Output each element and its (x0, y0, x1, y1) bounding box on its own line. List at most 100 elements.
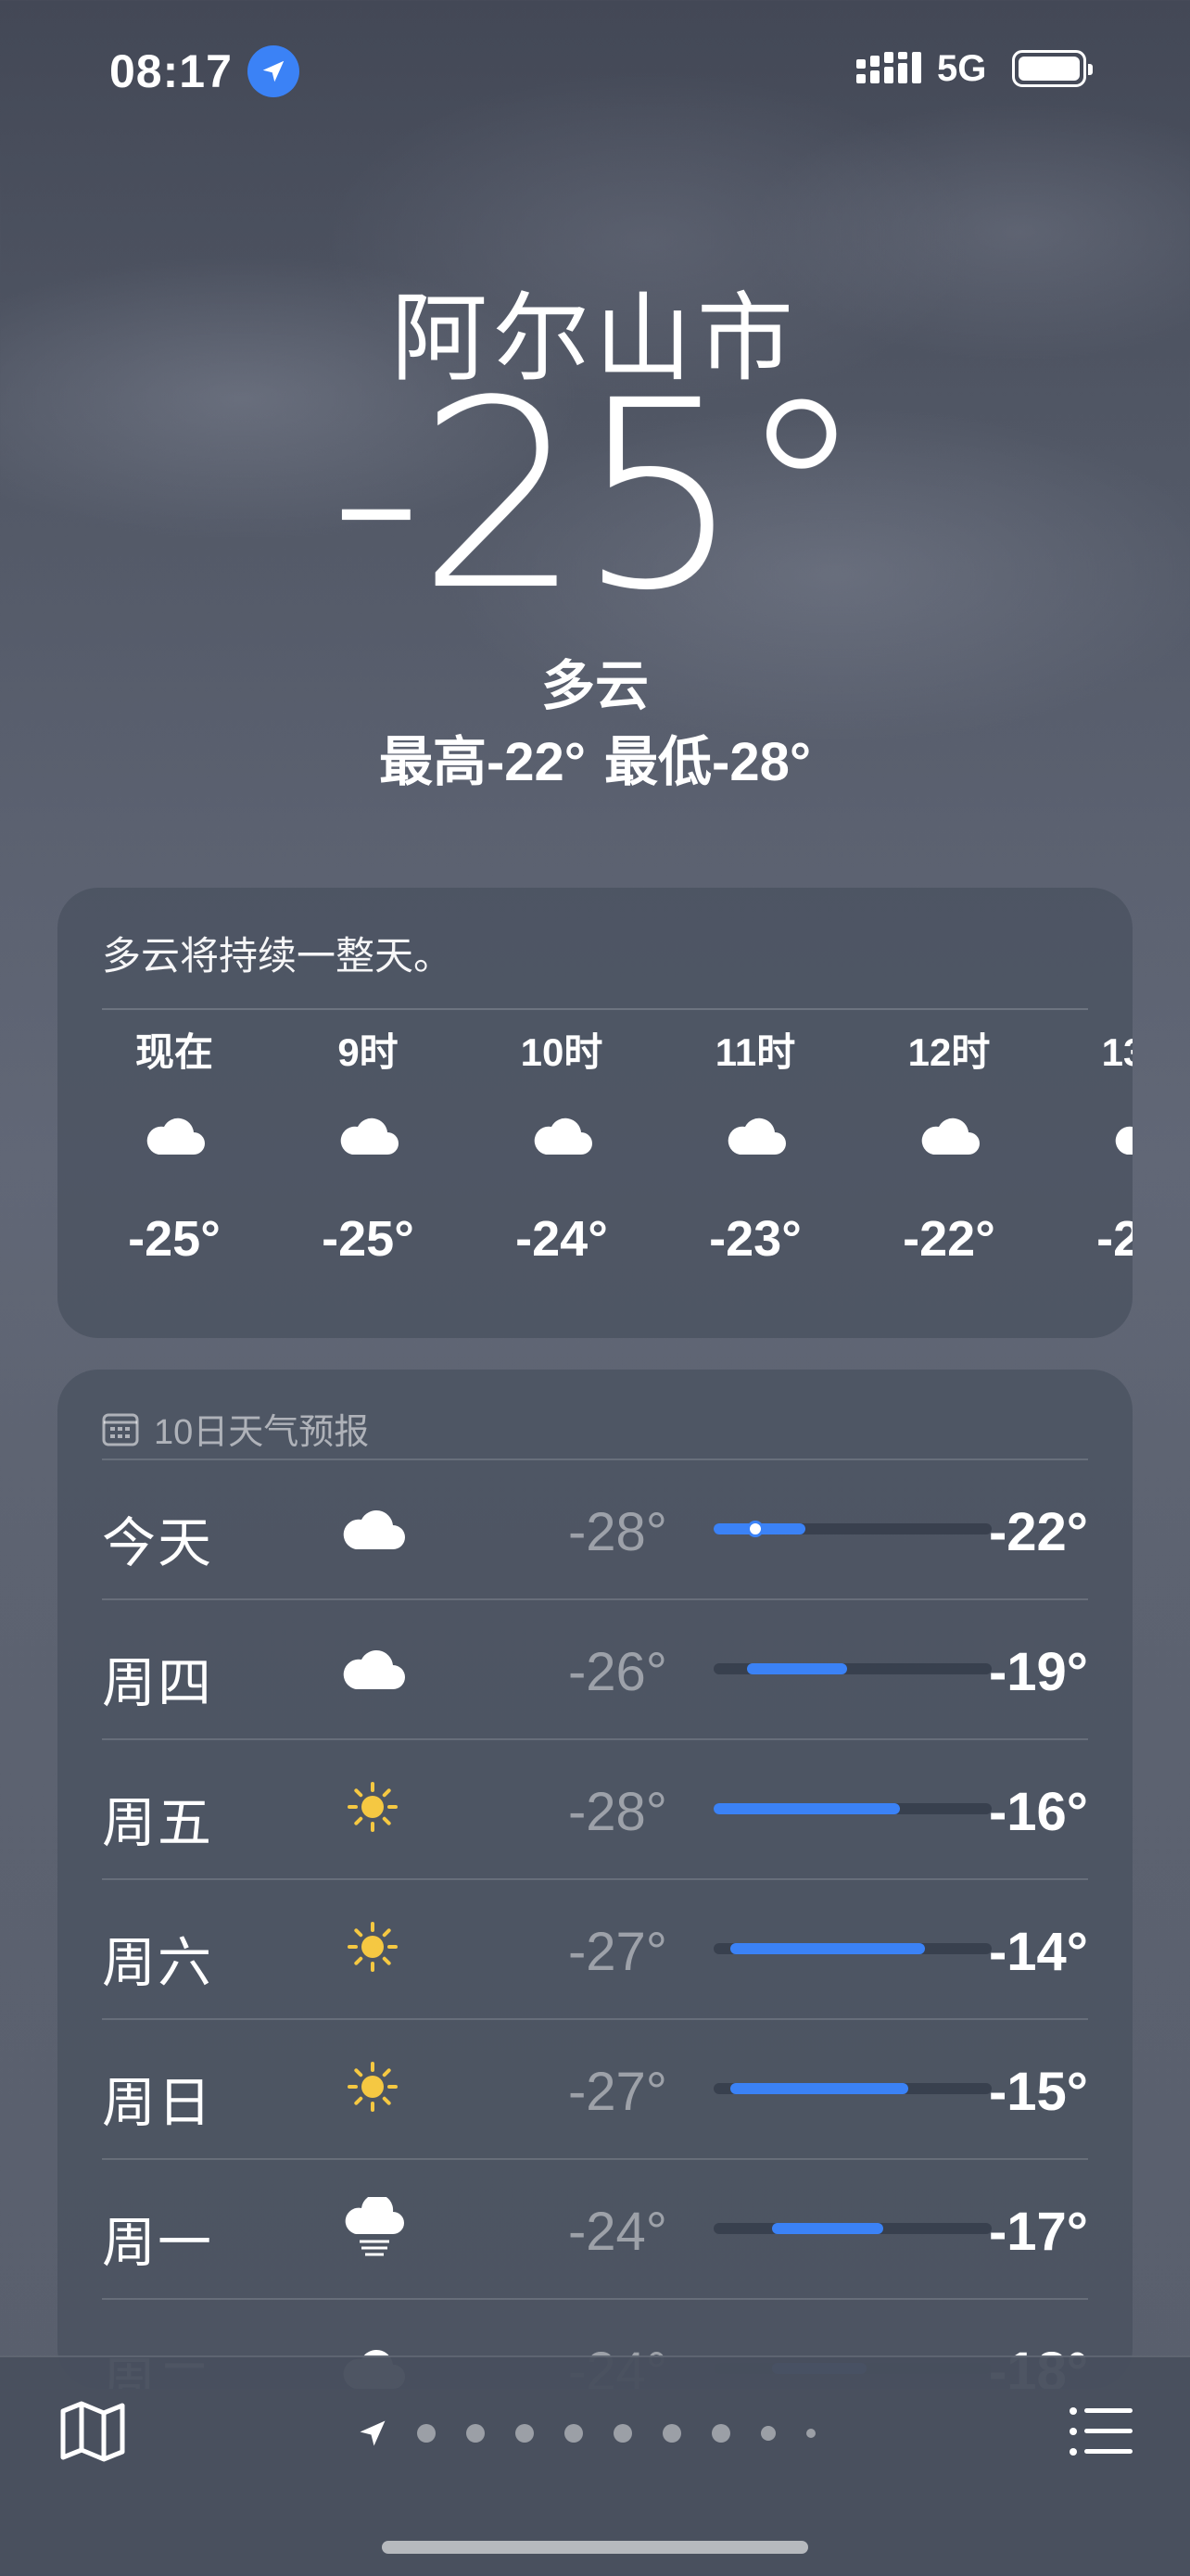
divider (102, 2018, 1088, 2020)
hour-temp: -25° (322, 1211, 414, 1267)
day-high: -15° (988, 2062, 1088, 2122)
low-temp: 最低-28° (604, 732, 812, 792)
temp-range-fill (772, 2223, 883, 2234)
day-row[interactable]: 周四 -26° -19° (102, 1598, 1088, 1737)
hour-label: 12时 (907, 1030, 991, 1074)
page-dot[interactable] (761, 2426, 776, 2441)
bottom-toolbar (0, 2355, 1190, 2576)
cloud-icon (343, 1510, 405, 1549)
day-high: -22° (988, 1502, 1088, 1562)
high-low: 最高-22° 最低-28° (0, 718, 1190, 796)
divider (102, 1738, 1088, 1740)
day-row[interactable]: 今天 -28° -22° (102, 1458, 1088, 1597)
cloud-snow-icon (345, 2197, 404, 2256)
current-temperature: -25° (329, 346, 866, 648)
day-row[interactable]: 周六 -27° -14° (102, 1878, 1088, 2017)
high-temp: 最高-22° (378, 732, 586, 792)
page-dot[interactable] (515, 2424, 534, 2443)
day-row[interactable]: 周五 -28° -16° (102, 1738, 1088, 1877)
cloud-icon (1115, 1126, 1133, 1155)
temp-range-bar (714, 1521, 992, 1537)
hourly-forecast-card[interactable]: 多云将持续一整天。 现在 -25° 9时 -25° 10时 -24° 11时 -… (57, 888, 1133, 1338)
day-high: -14° (988, 1922, 1088, 1982)
day-low: -28° (567, 1782, 667, 1842)
page-dot[interactable] (614, 2424, 632, 2443)
divider (102, 1458, 1088, 1460)
day-low: -28° (567, 1502, 667, 1562)
map-icon[interactable] (56, 2394, 130, 2469)
hour-label: 9时 (337, 1030, 399, 1074)
hour-label: 现在 (134, 1030, 213, 1074)
day-label: 今天 (102, 1513, 214, 1573)
page-dot[interactable] (564, 2424, 583, 2443)
location-arrow-icon (247, 45, 299, 97)
hour-temp: -22° (1096, 1211, 1133, 1267)
hour-label: 13时 (1101, 1030, 1133, 1074)
temp-range-fill (730, 2083, 908, 2094)
hour-label: 10时 (520, 1030, 603, 1074)
cloud-icon (343, 1650, 405, 1689)
ten-day-header: 10日天气预报 (102, 1403, 369, 1454)
day-high: -19° (988, 1642, 1088, 1702)
status-time: 08:17 (109, 45, 233, 97)
temp-range-bar (714, 1663, 992, 1674)
temp-range-bar (714, 2223, 992, 2234)
day-low: -24° (567, 2202, 667, 2262)
hour-temp: -22° (903, 1211, 995, 1267)
day-row[interactable]: 周日 -27° -15° (102, 2018, 1088, 2157)
home-indicator (382, 2541, 808, 2554)
temp-range-fill (714, 1803, 900, 1814)
calendar-icon (102, 1413, 139, 1446)
list-icon[interactable] (1064, 2394, 1138, 2469)
signal-icon (856, 52, 921, 83)
hour-label: 11时 (715, 1030, 796, 1074)
page-dot[interactable] (663, 2424, 681, 2443)
hour-temp: -23° (709, 1211, 802, 1267)
temp-range-fill (730, 1943, 925, 1954)
temp-range-bar (714, 2083, 992, 2094)
temp-range-bar (714, 1803, 992, 1814)
divider (102, 2158, 1088, 2160)
current-temp-marker (747, 1521, 764, 1537)
sun-icon (348, 2062, 398, 2112)
ten-day-forecast-card[interactable]: 10日天气预报 今天 -28° -22° 周四 -26° -19° 周五 -28° -16° 周六… (57, 1370, 1133, 2389)
day-label: 周五 (102, 1793, 214, 1853)
day-row[interactable]: 周一 -24° -17° (102, 2158, 1088, 2297)
status-bar: 08:17 5G (0, 0, 1190, 139)
temp-range-fill (747, 1663, 847, 1674)
day-low: -26° (567, 1642, 667, 1702)
current-condition: 多云 (540, 656, 649, 716)
battery-icon (1012, 50, 1093, 87)
divider (102, 1878, 1088, 1880)
page-dot[interactable] (806, 2429, 816, 2438)
temp-range-bar (714, 1943, 992, 1954)
hour-temp: -25° (128, 1211, 221, 1267)
day-label: 周六 (102, 1933, 214, 1993)
cloud-icon (921, 1118, 980, 1155)
ten-day-title: 10日天气预报 (154, 1413, 370, 1452)
network-type: 5G (937, 48, 987, 89)
page-dot[interactable] (417, 2424, 436, 2443)
divider (102, 1598, 1088, 1600)
hourly-summary: 多云将持续一整天。 (102, 934, 453, 978)
sun-icon (348, 1922, 398, 1972)
hour-temp: -24° (515, 1211, 608, 1267)
page-dot[interactable] (466, 2424, 485, 2443)
day-high: -17° (988, 2202, 1088, 2262)
cloud-icon (146, 1118, 205, 1155)
day-label: 周四 (102, 1653, 214, 1713)
sun-icon (348, 1782, 398, 1832)
day-label: 周一 (102, 2213, 214, 2273)
cloud-icon (340, 1118, 399, 1155)
location-arrow-icon[interactable] (356, 2417, 389, 2450)
cloud-icon (728, 1118, 786, 1155)
page-indicator[interactable] (356, 2415, 846, 2452)
day-low: -27° (567, 2062, 667, 2122)
divider (102, 2298, 1088, 2300)
day-high: -16° (988, 1782, 1088, 1842)
cloud-icon (534, 1118, 592, 1155)
day-label: 周日 (102, 2073, 214, 2133)
hourly-list[interactable]: 现在 -25° 9时 -25° 10时 -24° 11时 -23° 12时 -2… (57, 1010, 1133, 1338)
day-low: -27° (567, 1922, 667, 1982)
page-dot[interactable] (712, 2424, 730, 2443)
